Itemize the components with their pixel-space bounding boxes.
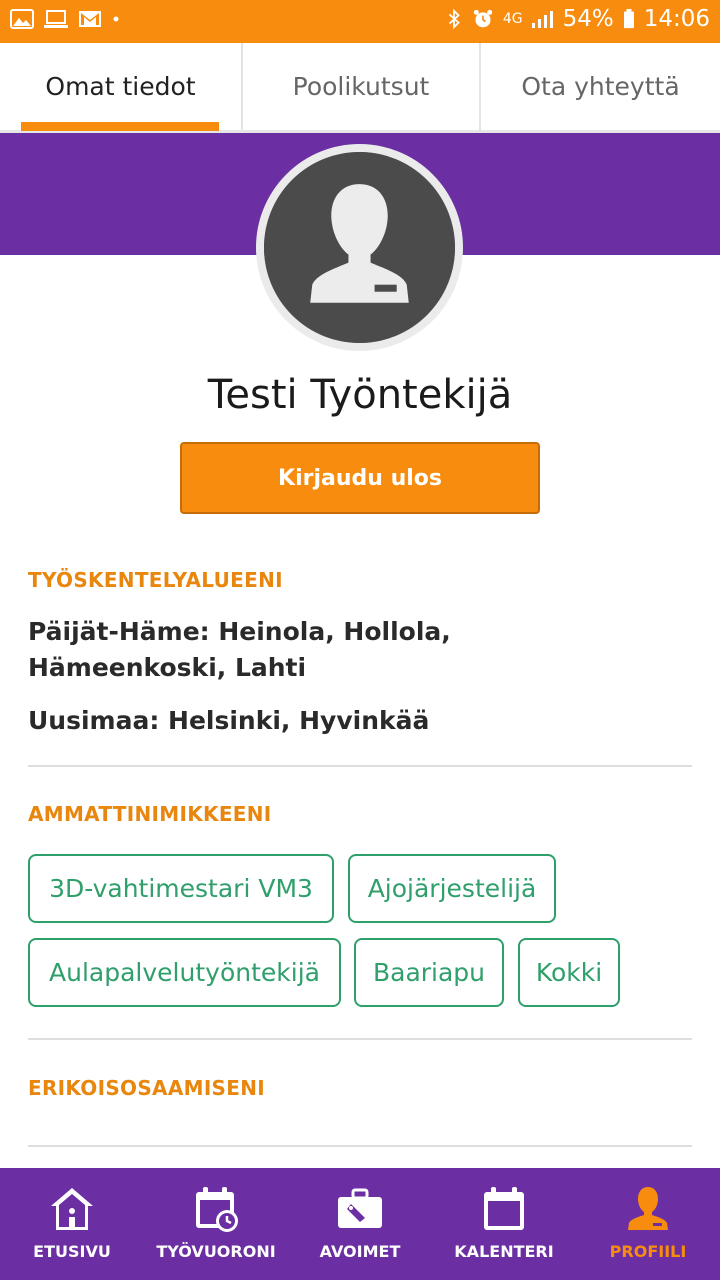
job-titles-heading: AMMATTINIMIKKEENI [28,802,272,826]
nav-profiili[interactable]: PROFIILI [576,1168,720,1280]
briefcase-icon [338,1188,382,1228]
active-tab-indicator [21,122,219,131]
work-area-line: Hämeenkoski, Lahti [28,653,307,682]
job-title-chip[interactable]: Kokki [518,938,620,1007]
profile-name: Testi Työntekijä [207,372,513,418]
section-divider [28,1145,692,1147]
tab-label: Poolikutsut [292,72,430,101]
calendar-clock-icon [196,1187,238,1232]
nav-label: TYÖVUORONI [156,1242,276,1261]
avatar[interactable] [256,144,463,351]
home-icon [51,1188,93,1230]
tab-bar: Omat tiedot Poolikutsut Ota yhteyttä [0,43,720,133]
nav-tyovuoroni[interactable]: TYÖVUORONI [144,1168,288,1280]
bottom-navigation: ETUSIVU TYÖVUORONI AVOIMET KALENTERI PRO… [0,1168,720,1280]
gallery-icon [10,9,34,29]
logout-button[interactable]: Kirjaudu ulos [180,442,540,514]
special-skills-heading: ERIKOISOSAAMISENI [28,1076,266,1100]
network-type: 4G [502,11,523,27]
job-title-chip[interactable]: Baariapu [354,938,504,1007]
nav-label: KALENTERI [454,1242,554,1261]
work-area-line: Päijät-Häme: Heinola, Hollola, [28,617,451,646]
work-area-line: Uusimaa: Helsinki, Hyvinkää [28,706,430,735]
job-title-chip[interactable]: 3D-vahtimestari VM3 [28,854,334,923]
bluetooth-icon [448,9,460,29]
alarm-icon [473,9,492,28]
status-bar-right: 4G 54% 14:06 [445,6,710,32]
section-divider [28,1038,692,1040]
signal-icon [531,11,553,28]
gmail-icon [79,11,101,27]
section-divider [28,765,692,767]
status-bar: 4G 54% 14:06 [0,0,720,43]
tab-omat-tiedot[interactable]: Omat tiedot [0,43,241,131]
person-icon [628,1187,668,1230]
battery-icon [623,9,634,29]
person-silhouette-icon [264,152,455,343]
nav-label: ETUSIVU [33,1242,111,1261]
calendar-icon [484,1187,524,1230]
battery-percent: 54% [562,6,614,32]
tab-poolikutsut[interactable]: Poolikutsut [241,43,479,130]
nav-label: PROFIILI [609,1242,687,1261]
tab-ota-yhteytta[interactable]: Ota yhteyttä [479,43,720,130]
status-bar-left [10,9,120,29]
tab-label: Ota yhteyttä [521,72,680,101]
laptop-icon [44,10,68,28]
job-title-chip[interactable]: Ajojärjestelijä [348,854,556,923]
nav-kalenteri[interactable]: KALENTERI [432,1168,576,1280]
dot-icon [113,16,119,22]
nav-avoimet[interactable]: AVOIMET [288,1168,432,1280]
job-title-chip[interactable]: Aulapalvelutyöntekijä [28,938,341,1007]
nav-label: AVOIMET [319,1242,401,1261]
work-areas-heading: TYÖSKENTELYALUEENI [28,568,283,592]
nav-etusivu[interactable]: ETUSIVU [0,1168,144,1280]
clock: 14:06 [643,6,710,32]
tab-label: Omat tiedot [45,72,196,101]
